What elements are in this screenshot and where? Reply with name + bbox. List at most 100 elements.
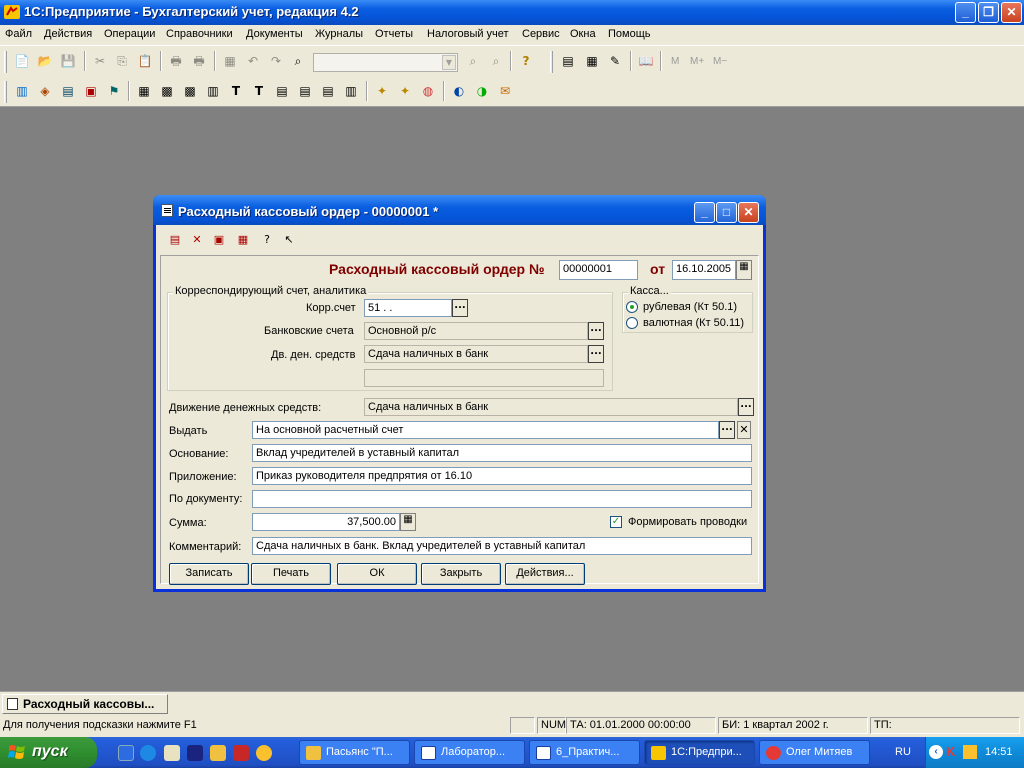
word-quicklaunch-icon[interactable] (164, 745, 180, 761)
save-button[interactable]: Записать (169, 563, 249, 585)
vydat-field[interactable]: На основной расчетный счет (252, 421, 719, 439)
task-solitaire[interactable]: Пасьянс "П... (299, 740, 410, 765)
tool-globe-icon[interactable]: ◍ (420, 83, 436, 99)
calculator-icon[interactable]: ▦ (400, 513, 416, 531)
redo-icon[interactable]: ↷ (268, 53, 284, 69)
new-document-icon[interactable]: 📄 (14, 53, 30, 69)
cut-icon[interactable]: ✂ (92, 53, 108, 69)
operations-journal-icon[interactable]: ◈ (37, 83, 53, 99)
report-summary-icon[interactable]: ▤ (320, 83, 336, 99)
report-ti-icon[interactable]: T (251, 83, 267, 99)
actions-button[interactable]: Действия... (505, 563, 585, 585)
tool-settings-icon[interactable]: ✦ (397, 83, 413, 99)
kassa-val-label[interactable]: валютная (Кт 50.11) (643, 317, 744, 329)
task-lab-doc[interactable]: Лаборатор... (414, 740, 525, 765)
menu-tax[interactable]: Налоговый учет (427, 28, 509, 40)
report-analysis-icon[interactable]: ▤ (274, 83, 290, 99)
close-button[interactable]: Закрыть (421, 563, 501, 585)
calculator-icon[interactable]: ▤ (560, 53, 576, 69)
dialog-maximize-button[interactable]: □ (716, 202, 737, 223)
app-quicklaunch-icon[interactable] (233, 745, 249, 761)
transactions-icon[interactable]: ▤ (60, 83, 76, 99)
menu-windows[interactable]: Окна (570, 28, 596, 40)
find-prev-icon[interactable]: ⌕ (488, 53, 504, 69)
tool-update-icon[interactable]: ◑ (474, 83, 490, 99)
post-document-icon[interactable]: ▣ (211, 232, 227, 248)
bank-account-field[interactable]: Основной р/с (364, 322, 588, 340)
dialog-title-bar[interactable]: Расходный кассовый ордер - 00000001 * _ … (153, 195, 766, 225)
media-player-icon[interactable] (256, 745, 272, 761)
memory-minus-label[interactable]: M− (713, 56, 727, 67)
dds-select-button[interactable]: ... (588, 345, 604, 363)
report-card-icon[interactable]: ▥ (205, 83, 221, 99)
properties-icon[interactable]: ▦ (222, 53, 238, 69)
comment-field[interactable]: Сдача наличных в банк. Вклад учредителей… (252, 537, 752, 555)
movement-select-button[interactable]: ... (738, 398, 754, 416)
menu-reports[interactable]: Отчеты (375, 28, 413, 40)
menu-service[interactable]: Сервис (522, 28, 560, 40)
kassa-rub-radio[interactable] (626, 301, 638, 313)
bank-select-button[interactable]: ... (588, 322, 604, 340)
print-button[interactable]: Печать (251, 563, 331, 585)
ok-button[interactable]: ОК (337, 563, 417, 585)
window-tab-cash-order[interactable]: Расходный кассовы... (2, 694, 168, 714)
delete-record-icon[interactable]: ▤ (167, 232, 183, 248)
menu-journals[interactable]: Журналы (315, 28, 363, 40)
calendar-icon[interactable]: ▦ (736, 260, 752, 280)
pointer-help-icon[interactable]: ↖ (281, 232, 297, 248)
menu-file[interactable]: Файл (5, 28, 32, 40)
menu-directories[interactable]: Справочники (166, 28, 233, 40)
tool-mail-icon[interactable]: ✉ (497, 83, 513, 99)
prilozhenie-field[interactable]: Приказ руководителя предпрятия от 16.10 (252, 467, 752, 485)
report-balance-icon[interactable]: ▦ (136, 83, 152, 99)
tool-refresh-icon[interactable]: ◐ (451, 83, 467, 99)
toolbar-grip[interactable] (4, 51, 7, 73)
dds-field[interactable]: Сдача наличных в банк (364, 345, 588, 363)
memory-plus-label[interactable]: M+ (690, 56, 704, 67)
form-entries-label[interactable]: Формировать проводки (628, 516, 747, 528)
show-desktop-icon[interactable] (118, 745, 134, 761)
tool-wizard-icon[interactable]: ✦ (374, 83, 390, 99)
vydat-select-button[interactable]: ... (719, 421, 735, 439)
task-messenger[interactable]: Олег Митяев (759, 740, 870, 765)
directory-icon[interactable]: ⚑ (106, 83, 122, 99)
kassa-rub-label[interactable]: рублевая (Кт 50.1) (643, 301, 737, 313)
menu-operations[interactable]: Операции (104, 28, 155, 40)
save-icon[interactable]: 💾 (60, 53, 76, 69)
close-app-button[interactable]: ✕ (1001, 2, 1022, 23)
clear-icon[interactable]: ✕ (737, 421, 751, 439)
app-title-bar[interactable]: 1С:Предприятие - Бухгалтерский учет, ред… (0, 0, 1024, 25)
find-next-icon[interactable]: ⌕ (465, 53, 481, 69)
copy-icon[interactable]: ⎘ (114, 53, 130, 69)
kassa-val-radio[interactable] (626, 317, 638, 329)
menu-actions[interactable]: Действия (44, 28, 92, 40)
edit-tool-icon[interactable]: ✎ (607, 53, 623, 69)
dialog-close-button[interactable]: ✕ (738, 202, 759, 223)
menu-help[interactable]: Помощь (608, 28, 651, 40)
summa-field[interactable]: 37,500.00 (252, 513, 400, 531)
print-preview-icon[interactable]: 🖶 (191, 53, 207, 69)
dialog-help-icon[interactable]: ? (259, 232, 275, 248)
delete-mark-icon[interactable]: ✕ (189, 232, 205, 248)
memory-label[interactable]: M (671, 56, 679, 67)
help-question-icon[interactable]: ? (518, 53, 534, 69)
undo-icon[interactable]: ↶ (245, 53, 261, 69)
search-combo[interactable]: ▼ (313, 53, 458, 72)
report-t-icon[interactable]: T (228, 83, 244, 99)
report-turnover-icon[interactable]: ▩ (159, 83, 175, 99)
doc-number-field[interactable]: 00000001 (559, 260, 638, 280)
restore-button[interactable]: ❐ (978, 2, 999, 23)
task-1c-enterprise[interactable]: 1С:Предпри... (644, 740, 755, 765)
korr-select-button[interactable]: ... (452, 299, 468, 317)
dialog-minimize-button[interactable]: _ (694, 202, 715, 223)
toolbar-grip[interactable] (4, 81, 7, 103)
report-diagram-icon[interactable]: ▥ (343, 83, 359, 99)
minimize-button[interactable]: _ (955, 2, 976, 23)
osnovanie-field[interactable]: Вклад учредителей в уставный капитал (252, 444, 752, 462)
antivirus-icon[interactable]: K (946, 745, 960, 759)
toolbar-grip[interactable] (550, 51, 553, 73)
paste-icon[interactable]: 📋 (137, 53, 153, 69)
report-subconto-icon[interactable]: ▤ (297, 83, 313, 99)
po-doc-field[interactable] (252, 490, 752, 508)
calendar-icon[interactable]: ▦ (584, 53, 600, 69)
